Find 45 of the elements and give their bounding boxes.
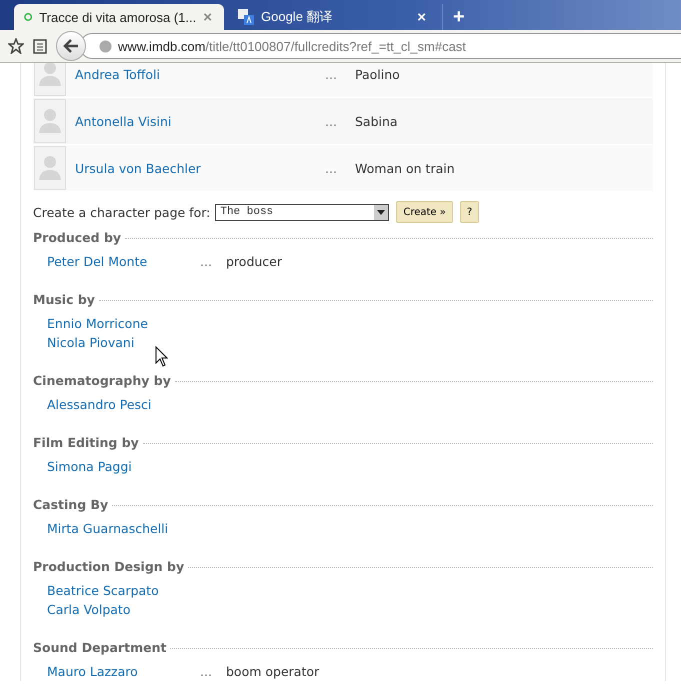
ellipsis-text: ...	[200, 664, 213, 679]
character-name: Woman on train	[355, 160, 455, 176]
section-heading: Casting By	[33, 496, 108, 512]
actor-link[interactable]: Ursula von Baechler	[75, 160, 325, 176]
section-heading: Film Editing by	[33, 434, 139, 450]
section-heading: Cinematography by	[33, 372, 171, 388]
close-icon[interactable]: ×	[203, 8, 212, 26]
actor-link[interactable]: Antonella Visini	[75, 114, 325, 128]
person-link[interactable]: Ennio Morricone	[47, 316, 200, 331]
credit-role: boom operator	[226, 664, 320, 679]
person-link[interactable]: Mauro Lazzaro	[47, 664, 200, 679]
translate-icon	[238, 9, 254, 25]
character-name: Sabina	[355, 114, 398, 128]
section-heading: Music by	[33, 292, 95, 306]
ellipsis-text: ...	[325, 114, 338, 128]
mouse-cursor-icon	[155, 346, 168, 367]
url-text: www.imdb.com/title/tt0100807/fullcredits?ref_=tt_cl_sm#cast	[118, 38, 466, 54]
browser-tab[interactable]: Tracce di vita amorosa (1... ×	[14, 4, 224, 30]
section-heading: Produced by	[33, 230, 122, 244]
credit-role: producer	[226, 254, 282, 269]
person-link[interactable]: Simona Paggi	[47, 459, 200, 474]
person-link[interactable]: Beatrice Scarpato	[47, 583, 200, 598]
clipboard-icon[interactable]	[32, 38, 48, 54]
section-heading: Sound Department	[33, 640, 166, 654]
section-heading: Production Design by	[33, 558, 184, 574]
ellipsis-text: ...	[325, 160, 338, 176]
back-button[interactable]	[56, 31, 86, 61]
browser-tab[interactable]: Google 翻译 ×	[228, 4, 438, 30]
close-icon[interactable]: ×	[417, 8, 426, 26]
person-link[interactable]: Mirta Guarnaschelli	[47, 521, 200, 536]
star-icon[interactable]	[8, 38, 24, 54]
loading-spinner-icon	[24, 10, 32, 24]
character-select[interactable]: The boss	[215, 204, 390, 220]
actor-link[interactable]: Andrea Toffoli	[75, 66, 325, 82]
person-link[interactable]: Alessandro Pesci	[47, 397, 200, 412]
help-button[interactable]: ?	[460, 201, 480, 223]
back-arrow-icon[interactable]	[63, 39, 79, 53]
person-link[interactable]: Nicola Piovani	[47, 335, 200, 350]
character-page-label: Create a character page for:	[33, 204, 210, 220]
character-name: Paolino	[355, 66, 400, 82]
person-link[interactable]: Carla Volpato	[47, 602, 200, 617]
person-link[interactable]: Peter Del Monte	[47, 254, 200, 269]
ellipsis-text: ...	[325, 66, 338, 82]
create-button[interactable]: Create »	[396, 201, 453, 223]
ellipsis-text: ...	[200, 254, 213, 269]
